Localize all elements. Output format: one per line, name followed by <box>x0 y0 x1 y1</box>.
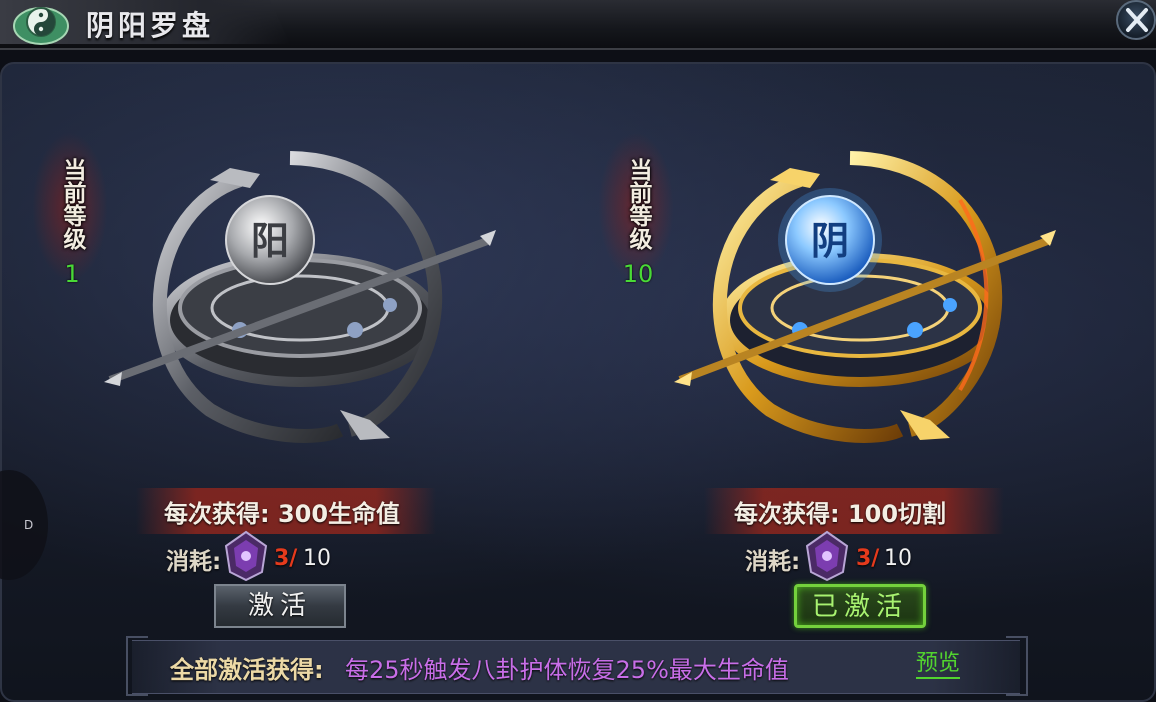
preview-link[interactable]: 预览 <box>916 651 961 679</box>
level-label: 当前等级 <box>625 158 651 250</box>
level-value: 10 <box>622 260 654 288</box>
purple-crystal-icon[interactable] <box>222 530 270 582</box>
activated-button[interactable]: 已激活 <box>794 584 926 628</box>
reward-text-right: 每次获得: 100切割 <box>734 500 947 528</box>
set-bonus-effect: 每25秒触发八卦护体恢复25%最大生命值 <box>345 656 789 684</box>
purple-crystal-icon[interactable] <box>803 530 851 582</box>
gold-yin-yang-compass-icon[interactable]: 阴 <box>660 140 1080 460</box>
orb-glyph-left: 阳 <box>251 218 289 263</box>
cost-label-right: 消耗: <box>745 549 801 575</box>
window-title: 阴阳罗盘 <box>86 9 215 42</box>
current-level-right: 当前等级 10 <box>598 132 674 288</box>
level-label: 当前等级 <box>59 158 85 250</box>
close-button[interactable] <box>1116 0 1156 40</box>
cost-have-right: 3/ <box>856 546 880 571</box>
cost-label-left: 消耗: <box>166 549 222 575</box>
side-tab-label: D <box>24 518 34 532</box>
yin-yang-emblem-icon <box>13 7 69 45</box>
silver-yin-yang-compass-icon[interactable]: 阳 <box>90 140 510 460</box>
cost-have-left: 3/ <box>274 546 298 571</box>
title-bar: 阴阳罗盘 <box>0 0 1156 50</box>
activate-button[interactable]: 激活 <box>214 584 346 628</box>
reward-text-left: 每次获得: 300生命值 <box>164 500 401 528</box>
set-bonus-label: 全部激活获得: <box>170 656 324 684</box>
close-icon <box>1126 8 1148 32</box>
orb-glyph-right: 阴 <box>811 218 849 263</box>
cost-need-left: 10 <box>303 546 331 571</box>
cost-need-right: 10 <box>884 546 912 571</box>
